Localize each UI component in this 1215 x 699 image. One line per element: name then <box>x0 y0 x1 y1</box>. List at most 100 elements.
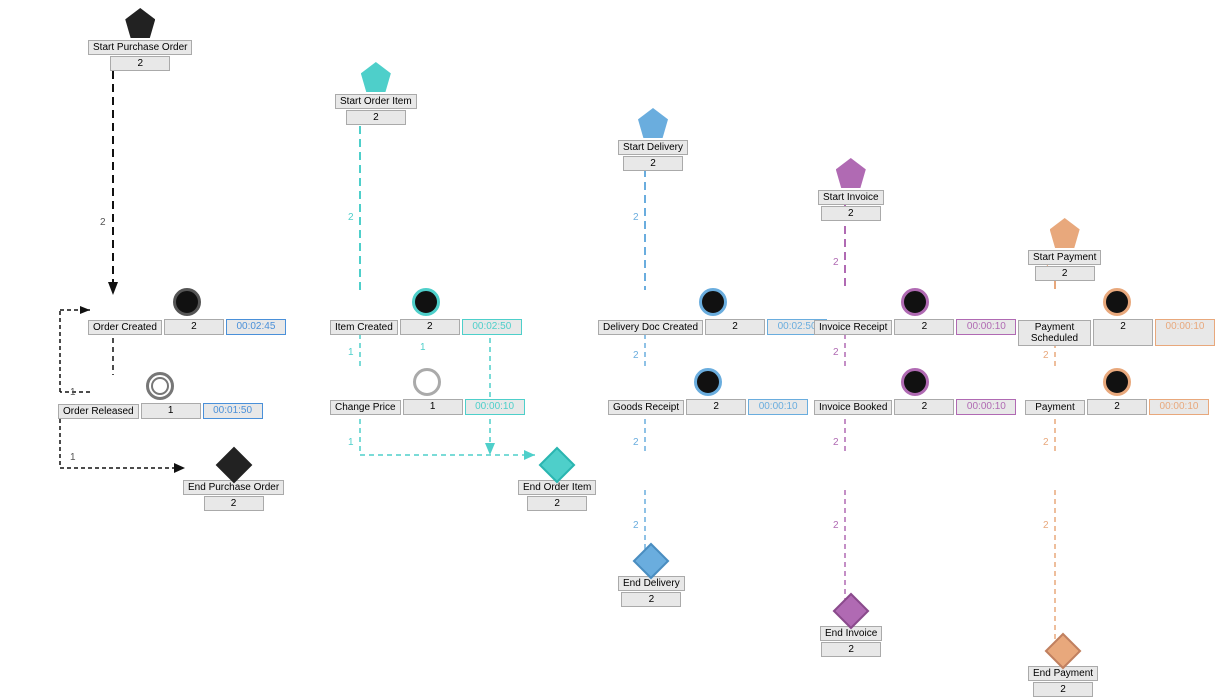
invoice-receipt-label: Invoice Receipt <box>814 320 892 335</box>
order-created-count: 2 <box>164 319 224 335</box>
invoice-booked-node: Invoice Booked 2 00:00:10 <box>814 368 1016 415</box>
goods-receipt-label: Goods Receipt <box>608 400 684 415</box>
end-payment-count: 2 <box>1033 682 1093 697</box>
start-delivery-node: Start Delivery 2 <box>618 108 688 171</box>
invoice-receipt-icon <box>901 288 929 316</box>
invoice-receipt-count: 2 <box>894 319 954 335</box>
order-released-time: 00:01:50 <box>203 403 263 419</box>
payment-scheduled-count: 2 <box>1093 319 1153 346</box>
start-order-item-node: Start Order Item 2 <box>335 62 417 125</box>
start-purchase-order-label: Start Purchase Order <box>88 40 192 55</box>
order-created-time: 00:02:45 <box>226 319 286 335</box>
payment-scheduled-node: Payment Scheduled 2 00:00:10 <box>1018 288 1215 346</box>
change-price-icon <box>413 368 441 396</box>
start-payment-count: 2 <box>1035 266 1095 281</box>
start-invoice-node: Start Invoice 2 <box>818 158 884 221</box>
end-order-item-count: 2 <box>527 496 587 511</box>
start-order-item-count: 2 <box>346 110 406 125</box>
start-invoice-icon <box>836 158 866 188</box>
svg-text:2: 2 <box>633 437 639 448</box>
item-created-icon <box>412 288 440 316</box>
start-invoice-label: Start Invoice <box>818 190 884 205</box>
invoice-booked-time: 00:00:10 <box>956 399 1016 415</box>
order-created-icon <box>173 288 201 316</box>
end-delivery-node: End Delivery 2 <box>618 548 685 607</box>
item-created-label: Item Created <box>330 320 398 335</box>
end-order-item-icon <box>539 447 576 484</box>
end-delivery-icon <box>633 543 670 580</box>
start-order-item-label: Start Order Item <box>335 94 417 109</box>
start-payment-icon <box>1050 218 1080 248</box>
end-order-item-node: End Order Item 2 <box>518 452 596 511</box>
end-purchase-order-node: End Purchase Order 2 <box>183 452 284 511</box>
delivery-doc-created-node: Delivery Doc Created 2 00:02:50 <box>598 288 827 335</box>
connectors: 2 1 1 1 2 1 1 1 2 2 2 2 <box>0 0 1215 699</box>
svg-text:2: 2 <box>348 212 354 223</box>
payment-scheduled-time: 00:00:10 <box>1155 319 1215 346</box>
payment-node: Payment 2 00:00:10 <box>1025 368 1209 415</box>
start-order-item-icon <box>361 62 391 92</box>
delivery-doc-created-count: 2 <box>705 319 765 335</box>
start-purchase-order-node: Start Purchase Order 2 <box>88 8 192 71</box>
svg-text:2: 2 <box>1043 437 1049 448</box>
start-delivery-label: Start Delivery <box>618 140 688 155</box>
end-invoice-icon <box>833 593 870 630</box>
order-created-node: Order Created 2 00:02:45 <box>88 288 286 335</box>
order-released-count: 1 <box>141 403 201 419</box>
item-created-count: 2 <box>400 319 460 335</box>
invoice-receipt-node: Invoice Receipt 2 00:00:10 <box>814 288 1016 335</box>
svg-text:2: 2 <box>1043 350 1049 361</box>
end-purchase-order-icon <box>215 447 252 484</box>
invoice-booked-icon <box>901 368 929 396</box>
start-payment-label: Start Payment <box>1028 250 1101 265</box>
svg-text:1: 1 <box>420 342 426 353</box>
payment-time: 00:00:10 <box>1149 399 1209 415</box>
svg-text:2: 2 <box>1043 520 1049 531</box>
item-created-node: Item Created 2 00:02:50 <box>330 288 522 335</box>
start-delivery-icon <box>638 108 668 138</box>
payment-scheduled-label: Payment Scheduled <box>1018 320 1091 346</box>
svg-text:2: 2 <box>833 520 839 531</box>
goods-receipt-time: 00:00:10 <box>748 399 808 415</box>
goods-receipt-icon <box>694 368 722 396</box>
start-purchase-order-count: 2 <box>110 56 170 71</box>
svg-text:2: 2 <box>833 347 839 358</box>
svg-text:2: 2 <box>633 520 639 531</box>
goods-receipt-node: Goods Receipt 2 00:00:10 <box>608 368 808 415</box>
payment-count: 2 <box>1087 399 1147 415</box>
svg-text:2: 2 <box>633 350 639 361</box>
start-delivery-count: 2 <box>623 156 683 171</box>
end-invoice-node: End Invoice 2 <box>820 598 882 657</box>
end-payment-node: End Payment 2 <box>1028 638 1098 697</box>
change-price-time: 00:00:10 <box>465 399 525 415</box>
payment-label: Payment <box>1025 400 1085 415</box>
svg-text:1: 1 <box>348 347 354 358</box>
svg-text:2: 2 <box>833 437 839 448</box>
order-created-label: Order Created <box>88 320 162 335</box>
svg-text:2: 2 <box>100 217 106 228</box>
svg-text:1: 1 <box>70 452 76 463</box>
invoice-booked-count: 2 <box>894 399 954 415</box>
start-invoice-count: 2 <box>821 206 881 221</box>
order-released-node: Order Released 1 00:01:50 <box>58 372 263 419</box>
order-released-label: Order Released <box>58 404 139 419</box>
svg-text:2: 2 <box>633 212 639 223</box>
item-created-time: 00:02:50 <box>462 319 522 335</box>
end-delivery-count: 2 <box>621 592 681 607</box>
goods-receipt-count: 2 <box>686 399 746 415</box>
change-price-count: 1 <box>403 399 463 415</box>
start-purchase-order-icon <box>125 8 155 38</box>
payment-scheduled-icon <box>1103 288 1131 316</box>
process-canvas: 2 1 1 1 2 1 1 1 2 2 2 2 <box>0 0 1215 699</box>
delivery-doc-created-label: Delivery Doc Created <box>598 320 703 335</box>
payment-icon <box>1103 368 1131 396</box>
end-purchase-order-count: 2 <box>204 496 264 511</box>
start-payment-node: Start Payment 2 <box>1028 218 1101 281</box>
svg-text:1: 1 <box>348 437 354 448</box>
invoice-booked-label: Invoice Booked <box>814 400 892 415</box>
change-price-node: Change Price 1 00:00:10 <box>330 368 525 415</box>
invoice-receipt-time: 00:00:10 <box>956 319 1016 335</box>
order-released-icon <box>146 372 174 400</box>
change-price-label: Change Price <box>330 400 401 415</box>
delivery-doc-created-icon <box>699 288 727 316</box>
